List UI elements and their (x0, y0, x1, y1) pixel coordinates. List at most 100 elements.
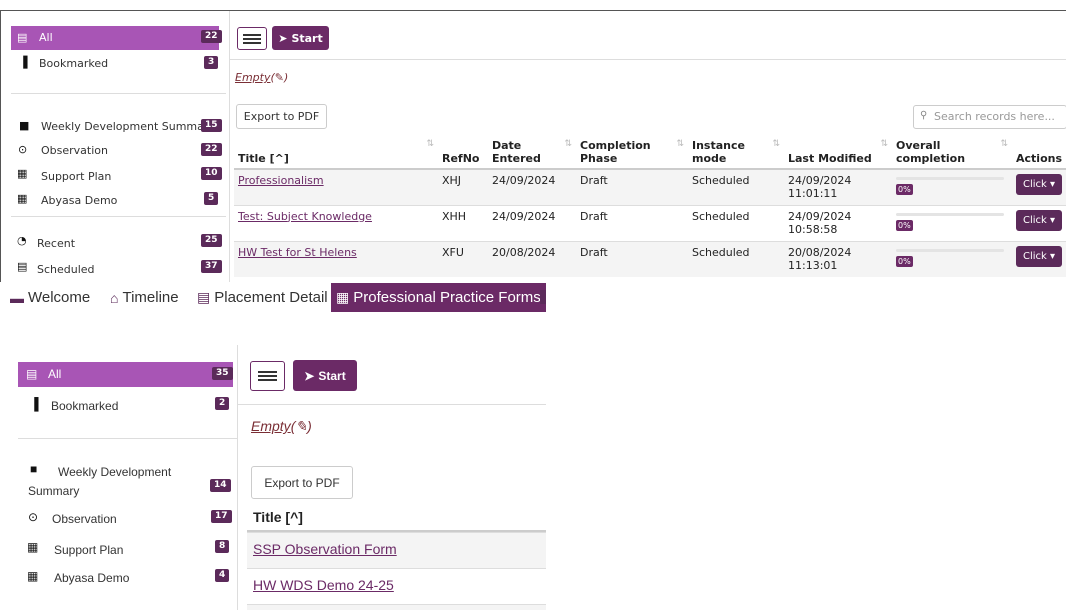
row-actions-button[interactable]: Click ▾ (1016, 174, 1063, 195)
paper-plane-icon: ➤ (304, 368, 315, 383)
count-badge: 25 (201, 234, 222, 247)
comment-icon: ■ (19, 119, 30, 132)
header-label: Last Modified (788, 152, 872, 165)
sidebar-item-all[interactable]: ▤ All 35 (18, 362, 233, 387)
tab-label: Placement Detail (214, 289, 328, 306)
record-title-link[interactable]: HW Test for St Helens (238, 246, 357, 259)
modified-date: 24/09/2024 (788, 209, 852, 223)
tab-welcome[interactable]: ▬ Welcome (10, 283, 90, 312)
count-badge: 8 (215, 540, 230, 553)
tab-next-partial[interactable] (540, 290, 546, 304)
paper-plane-icon: ➤ (278, 31, 288, 45)
empty-label: Empty (251, 418, 291, 434)
tab-timeline[interactable]: ⌂ Timeline (110, 283, 179, 312)
progress-bar: 0% (896, 210, 1004, 236)
count-badge: 37 (201, 260, 222, 273)
count-badge: 2 (215, 397, 230, 410)
action-label: Click (1023, 214, 1047, 226)
header-label: Actions (1016, 152, 1062, 165)
empty-edit-link[interactable]: Empty(✎) (251, 418, 312, 435)
sidebar-divider (11, 216, 226, 217)
sidebar-divider (18, 438, 237, 439)
table-row: Test: Subject Knowledge XHH 24/09/2024 D… (234, 204, 1066, 241)
header-label: RefNo (442, 152, 480, 165)
export-pdf-button[interactable]: Export to PDF (251, 466, 353, 499)
record-title-link[interactable]: SSP Observation Form (253, 541, 397, 557)
col-date-entered[interactable]: Date Entered ⇅ (488, 135, 576, 170)
row-actions-button[interactable]: Click ▾ (1016, 209, 1063, 231)
sidebar-item-support-plan[interactable]: ▦ Support Plan 8 (18, 540, 233, 558)
start-button[interactable]: ➤ Start (272, 26, 329, 50)
sidebar-item-label: All (48, 367, 62, 381)
sidebar-item-label: Weekly Development Summary (41, 120, 215, 133)
sidebar-item-abyasa-demo[interactable]: ▦ Abyasa Demo 5 (11, 192, 219, 210)
search-input[interactable]: ⚲ Search records here... (913, 105, 1066, 129)
modified-cell: 24/09/2024 11:01:11 (784, 168, 892, 205)
sidebar-item-observation[interactable]: ⊙ Observation 22 (11, 143, 222, 161)
header-label: Title [^] (253, 509, 303, 525)
sort-icon: ⇅ (564, 139, 572, 149)
grid-icon: ▦ (27, 540, 39, 554)
sidebar-item-weekly-development-summary[interactable]: ■ Weekly Development Summary 14 (18, 460, 233, 500)
records-table: Title [^] SSP Observation Form HW WDS De… (247, 502, 546, 610)
tab-professional-practice-forms[interactable]: ▦ Professional Practice Forms (331, 283, 546, 312)
empty-edit-link[interactable]: Empty(✎) (235, 71, 288, 84)
menu-toggle-button[interactable] (250, 361, 285, 391)
progress-label: 0% (896, 184, 913, 195)
sidebar-item-label: Observation (41, 144, 108, 157)
panel-divider (229, 11, 230, 282)
sidebar-item-bookmarked[interactable]: ▐ Bookmarked 3 (11, 56, 219, 74)
sidebar-item-bookmarked[interactable]: ▐ Bookmarked 2 (18, 397, 233, 415)
table-row: HW Test for St Helens XFU 20/08/2024 Dra… (234, 240, 1066, 277)
export-label: Export to PDF (243, 110, 320, 123)
toolbar-divider (238, 404, 546, 405)
sidebar-item-label: Abyasa Demo (41, 194, 118, 207)
header-label: Instance mode (692, 139, 745, 165)
tab-placement-detail[interactable]: ▤ Placement Detail (197, 283, 328, 312)
count-badge: 17 (211, 510, 232, 523)
modified-time: 11:13:01 (788, 258, 838, 272)
sidebar-item-label: Scheduled (37, 263, 95, 276)
menu-toggle-button[interactable] (237, 27, 267, 50)
col-instance-mode[interactable]: Instance mode ⇅ (688, 135, 784, 170)
start-button[interactable]: ➤ Start (293, 360, 357, 391)
panel-divider (237, 345, 238, 610)
export-pdf-button[interactable]: Export to PDF (236, 104, 327, 129)
col-title[interactable]: Title [^] ⇅ (234, 135, 438, 170)
ref-cell: XHH (438, 204, 488, 241)
col-overall-completion[interactable]: Overall completion ⇅ (892, 135, 1012, 170)
start-label: Start (291, 31, 323, 45)
ref-cell: XFU (438, 240, 488, 277)
col-refno[interactable]: RefNo (438, 135, 488, 170)
col-completion-phase[interactable]: Completion Phase ⇅ (576, 135, 688, 170)
tab-label: Timeline (122, 289, 179, 306)
sidebar-item-recent[interactable]: ◔ Recent 25 (11, 234, 222, 252)
sidebar-item-label: Support Plan (41, 170, 112, 183)
row-actions-button[interactable]: Click ▾ (1016, 245, 1063, 267)
table-row: SSP Observation Form (247, 532, 546, 568)
tab-label: Professional Practice Forms (353, 289, 541, 306)
date-cell: 24/09/2024 (488, 168, 576, 205)
modified-time: 10:58:58 (788, 222, 838, 236)
header-label: Date Entered (492, 139, 541, 165)
header-label: Completion Phase (580, 139, 651, 165)
col-last-modified[interactable]: Last Modified ⇅ (784, 135, 892, 170)
sort-icon: ⇅ (426, 139, 434, 149)
records-table: Title [^] ⇅ RefNo Date Entered ⇅ Completio… (234, 135, 1066, 277)
count-badge: 15 (201, 119, 222, 132)
sidebar-item-scheduled[interactable]: ▤ Scheduled 37 (11, 260, 222, 278)
record-title-link[interactable]: Test: Subject Knowledge (238, 210, 372, 223)
col-title[interactable]: Title [^] (247, 502, 546, 532)
sidebar-item-observation[interactable]: ⊙ Observation 17 (18, 510, 233, 528)
sidebar-divider (11, 93, 226, 94)
record-title-link[interactable]: HW WDS Demo 24-25 (253, 577, 394, 593)
sidebar-item-label: Weekly Development Summary (28, 465, 172, 498)
sidebar-item-abyasa-demo[interactable]: ▦ Abyasa Demo 4 (18, 569, 233, 587)
sidebar-item-all[interactable]: ▤ All 22 (11, 26, 222, 50)
record-title-link[interactable]: Professionalism (238, 174, 324, 187)
sidebar-item-weekly-development-summary[interactable]: ■ Weekly Development Summary 15 (11, 119, 226, 137)
sidebar-item-support-plan[interactable]: ▦ Support Plan 10 (11, 167, 222, 185)
sort-icon: ⇅ (880, 139, 888, 149)
sidebar-item-label: Bookmarked (51, 399, 119, 413)
search-placeholder: Search records here... (934, 110, 1055, 123)
